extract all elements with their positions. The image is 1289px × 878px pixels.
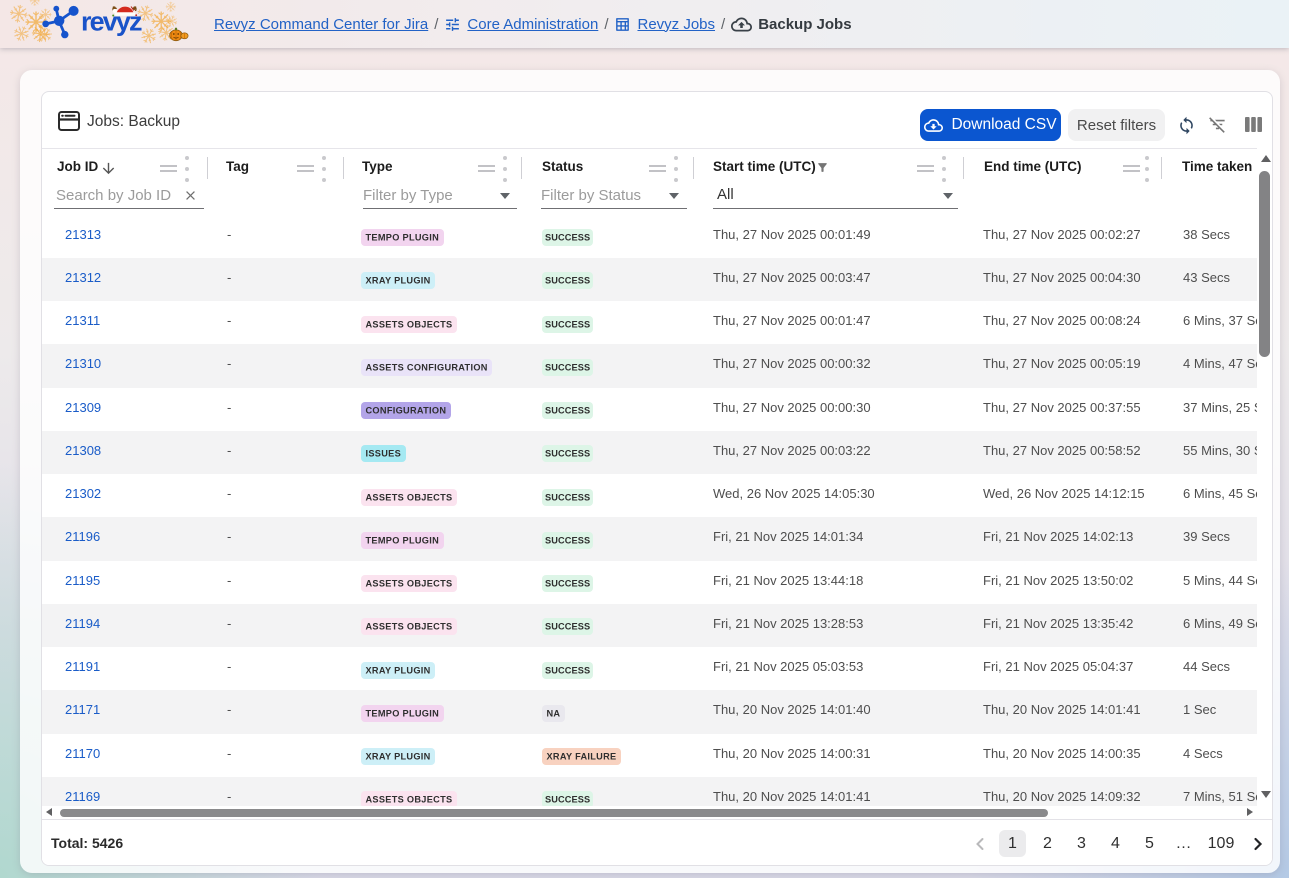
svg-text:revyz: revyz — [81, 7, 142, 37]
